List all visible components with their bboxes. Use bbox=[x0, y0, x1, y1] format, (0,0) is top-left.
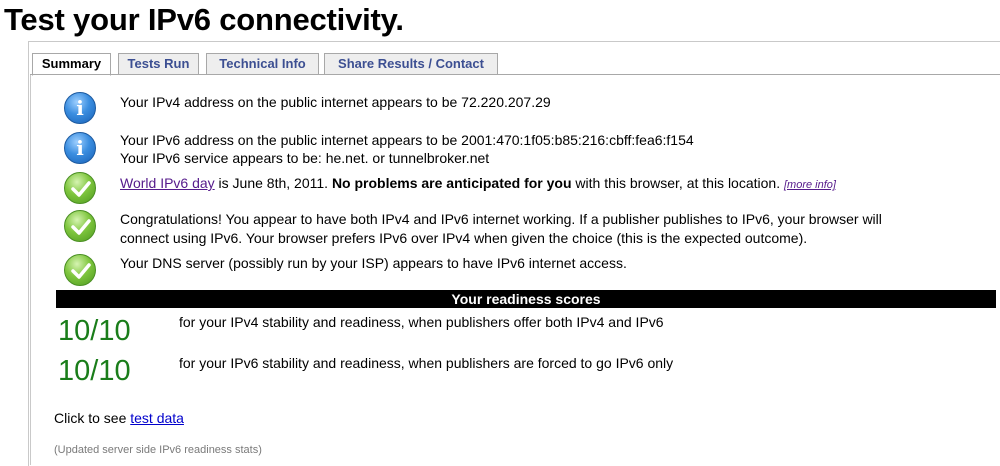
tab-share-results-contact[interactable]: Share Results / Contact bbox=[324, 53, 498, 75]
ipv4-score-description: for your IPv4 stability and readiness, w… bbox=[179, 314, 664, 330]
no-problems-text: No problems are anticipated for you bbox=[331, 175, 572, 191]
dns-message: Your DNS server (possibly run by your IS… bbox=[120, 255, 627, 271]
click-to-see-text: Click to see test data bbox=[54, 410, 184, 426]
click-to-see-label: Click to see bbox=[54, 410, 131, 426]
ipv6-service-message: Your IPv6 service appears to be: he.net.… bbox=[120, 150, 490, 166]
world-ipv6-day-message: World IPv6 day is June 8th, 2011. No pro… bbox=[120, 174, 836, 194]
updated-stats-note: (Updated server side IPv6 readiness stat… bbox=[54, 444, 262, 456]
world-ipv6-day-link[interactable]: World IPv6 day bbox=[120, 175, 215, 191]
tab-tests-run[interactable]: Tests Run bbox=[118, 53, 199, 75]
congrats-message-line1: Congratulations! You appear to have both… bbox=[120, 211, 882, 227]
world-ipv6-day-date: is June 8th, 2011. bbox=[214, 175, 332, 191]
checkmark-icon bbox=[64, 210, 96, 242]
ipv6-score: 10/10 bbox=[58, 355, 131, 387]
test-data-link[interactable]: test data bbox=[130, 410, 184, 426]
page-title: Test your IPv6 connectivity. bbox=[4, 2, 404, 37]
tab-summary[interactable]: Summary bbox=[32, 53, 111, 76]
tabs-underline bbox=[30, 74, 1000, 75]
checkmark-icon bbox=[64, 172, 96, 204]
readiness-scores-header: Your readiness scores bbox=[56, 290, 996, 308]
checkmark-icon bbox=[64, 254, 96, 286]
ipv4-message: Your IPv4 address on the public internet… bbox=[120, 94, 551, 110]
info-icon: i bbox=[64, 132, 96, 164]
ipv6-score-description: for your IPv6 stability and readiness, w… bbox=[179, 355, 674, 371]
ipv6-address-message: Your IPv6 address on the public internet… bbox=[120, 132, 694, 148]
more-info-link[interactable]: [more info] bbox=[784, 179, 836, 191]
ipv4-score: 10/10 bbox=[58, 315, 131, 347]
info-icon: i bbox=[64, 92, 96, 124]
tab-technical-info[interactable]: Technical Info bbox=[206, 53, 319, 75]
congrats-message-line2: connect using IPv6. Your browser prefers… bbox=[120, 230, 808, 246]
browser-location-text: with this browser, at this location. bbox=[571, 175, 784, 191]
